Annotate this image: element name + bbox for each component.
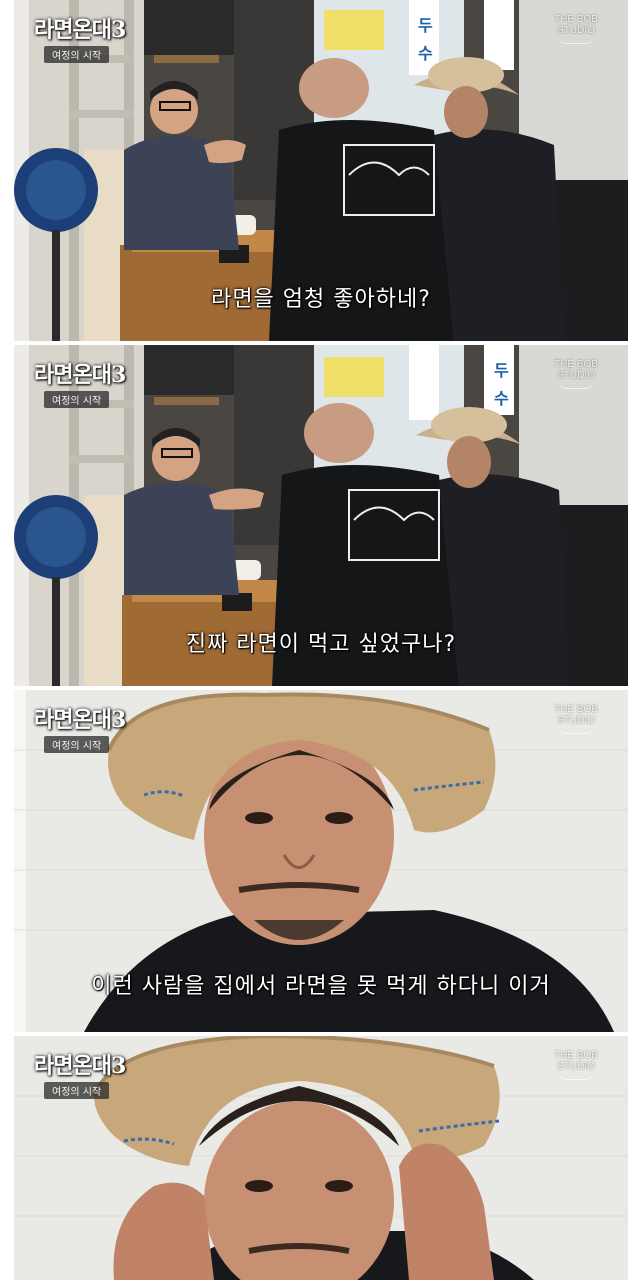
watermark-line-2: STUDIO (557, 370, 595, 381)
show-logo: 라면온대3 여정의 시작 (34, 1048, 126, 1099)
show-subtitle-badge: 여정의 시작 (44, 1082, 110, 1099)
watermark-line-1: THE BOB (554, 704, 598, 715)
studio-watermark: THE BOB STUDIO (548, 704, 604, 734)
subtitle-caption: 라면을 엄청 좋아하네? (211, 287, 431, 312)
watermark-swoosh-icon (559, 382, 593, 389)
window-signage: 두수 (418, 16, 433, 63)
show-subtitle-badge: 여정의 시작 (44, 736, 110, 753)
show-title: 라면온대3 (34, 362, 126, 388)
watermark-swoosh-icon (559, 1073, 593, 1080)
show-subtitle-badge: 여정의 시작 (44, 391, 110, 408)
show-title: 라면온대3 (34, 17, 126, 43)
watermark-line-2: STUDIO (557, 715, 595, 726)
watermark-line-1: THE BOB (554, 359, 598, 370)
window-signage: 두수 (494, 361, 509, 408)
studio-watermark: THE BOB STUDIO (548, 1050, 604, 1080)
show-logo: 라면온대3 여정의 시작 (34, 357, 126, 408)
video-frame-1: 라면온대3 여정의 시작 THE BOB STUDIO 라면을 엄청 좋아하네? (14, 0, 628, 341)
watermark-swoosh-icon (559, 727, 593, 734)
video-frame-3: 라면온대3 여정의 시작 THE BOB STUDIO 이런 사람을 집에서 라… (14, 690, 628, 1032)
video-frame-4: 라면온대3 여정의 시작 THE BOB STUDIO (14, 1036, 628, 1280)
show-logo: 라면온대3 여정의 시작 (34, 702, 126, 753)
show-logo: 라면온대3 여정의 시작 (34, 12, 126, 63)
studio-watermark: THE BOB STUDIO (548, 14, 604, 44)
show-subtitle-badge: 여정의 시작 (44, 46, 110, 63)
show-title: 라면온대3 (34, 707, 126, 733)
subtitle-caption: 이런 사람을 집에서 라면을 못 먹게 하다니 이거 (91, 974, 551, 999)
watermark-line-2: STUDIO (557, 25, 595, 36)
studio-watermark: THE BOB STUDIO (548, 359, 604, 389)
show-title: 라면온대3 (34, 1053, 126, 1079)
video-frame-2: 라면온대3 여정의 시작 THE BOB STUDIO 진짜 라면이 먹고 싶었… (14, 345, 628, 686)
watermark-line-1: THE BOB (554, 1050, 598, 1061)
watermark-line-2: STUDIO (557, 1061, 595, 1072)
subtitle-caption: 진짜 라면이 먹고 싶었구나? (185, 632, 457, 657)
watermark-swoosh-icon (559, 37, 593, 44)
watermark-line-1: THE BOB (554, 14, 598, 25)
